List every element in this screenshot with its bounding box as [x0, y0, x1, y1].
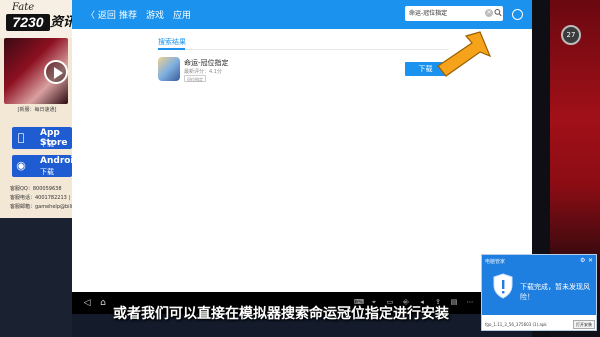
- app-store-button[interactable]:  App Store 下载: [12, 127, 72, 149]
- pointer-arrow-icon: [437, 31, 492, 77]
- toast-title: 电脑管家: [485, 259, 506, 265]
- app-tag: 冠位指定: [184, 75, 206, 82]
- tab-games[interactable]: 游戏: [146, 8, 164, 21]
- shield-icon: [493, 273, 513, 299]
- video-subtitle: 或者我们可以直接在模拟器搜索命运冠位指定进行安装: [113, 306, 449, 322]
- search-icon[interactable]: [494, 8, 502, 18]
- gear-icon[interactable]: ⚙: [580, 257, 585, 264]
- close-icon[interactable]: ✕: [485, 9, 493, 17]
- search-input[interactable]: 命运-冠位指定 ✕: [405, 6, 503, 21]
- toast-header: 电脑管家 ⚙ ✕ 下载完成，暂未发现风险！: [482, 255, 596, 315]
- android-icon: ◉: [16, 159, 26, 172]
- back-button[interactable]: 〈 返回: [86, 8, 116, 21]
- app-store-topbar: 〈 返回 推荐 游戏 应用 命运-冠位指定 ✕: [72, 0, 532, 29]
- emulator-window: 〈 返回 推荐 游戏 应用 命运-冠位指定 ✕ 搜索结果 命运-冠位指定 最新评…: [72, 0, 532, 312]
- game-title: Fate: [12, 2, 35, 13]
- tab-recommend[interactable]: 推荐: [119, 8, 137, 21]
- contact-phone: 客服电话：4001782213 | 9:0: [10, 195, 80, 201]
- app-store-sublabel: 下载: [40, 140, 54, 148]
- apple-icon: : [15, 131, 27, 145]
- search-input-value: 命运-冠位指定: [409, 10, 448, 17]
- side-avatar-badge[interactable]: 27: [561, 25, 581, 45]
- news-line[interactable]: [新服：每日速通]: [2, 106, 72, 113]
- section-underline: [158, 48, 185, 50]
- close-icon[interactable]: ✕: [588, 257, 593, 264]
- android-download-button[interactable]: ◉ Android 下载: [12, 155, 80, 177]
- android-sublabel: 下载: [40, 168, 54, 176]
- toast-message: 下载完成，暂未发现风险！: [520, 283, 590, 301]
- user-icon[interactable]: [512, 9, 523, 20]
- divider: [158, 49, 448, 50]
- downloaded-file-name[interactable]: fgo_1.11_3_56_375603 (1).apk: [485, 322, 547, 327]
- home-nav-icon[interactable]: ⌂: [98, 298, 108, 308]
- logo-number: 7230: [6, 14, 50, 31]
- tab-apps[interactable]: 应用: [173, 8, 191, 21]
- app-rating: 最新评分：4.1分: [184, 69, 222, 75]
- folder-icon[interactable]: ▤: [450, 298, 458, 307]
- search-results-title: 搜索结果: [158, 38, 186, 46]
- contact-email: 客服邮箱：gamehelp@bilibili: [10, 204, 80, 210]
- app-name[interactable]: 命运-冠位指定: [184, 58, 229, 68]
- back-nav-icon[interactable]: ◁: [82, 298, 92, 308]
- app-icon[interactable]: [158, 57, 180, 81]
- play-video-icon[interactable]: [44, 60, 68, 84]
- website-left-footer: [0, 218, 72, 337]
- search-results-panel: 搜索结果 命运-冠位指定 最新评分：4.1分 冠位指定 下载: [150, 29, 450, 218]
- open-install-button[interactable]: 打开安装: [573, 320, 595, 329]
- contact-qq: 客服QQ：800059638: [10, 186, 62, 192]
- more-icon[interactable]: ⋯: [466, 298, 474, 307]
- download-complete-toast: 电脑管家 ⚙ ✕ 下载完成，暂未发现风险！ fgo_1.11_3_56_3756…: [481, 254, 597, 331]
